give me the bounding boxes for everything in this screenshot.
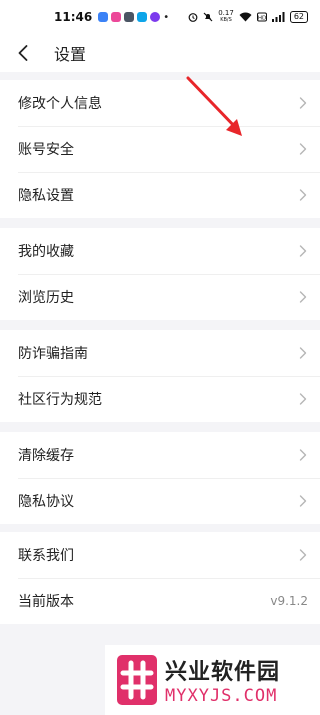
- settings-item-label: 当前版本: [18, 594, 74, 610]
- settings-item-label: 浏览历史: [18, 290, 74, 306]
- status-right: 0.17 KB/S HD 62: [188, 10, 308, 24]
- settings-group-account: 修改个人信息 账号安全 隐私设置: [0, 80, 320, 218]
- nav-bar: 设置: [0, 34, 320, 72]
- settings-group-community: 防诈骗指南 社区行为规范: [0, 330, 320, 422]
- watermark-text: 兴业软件园 MYXYJS.COM: [165, 654, 280, 706]
- more-dot-icon: •: [163, 11, 170, 23]
- app-notification-icon: [111, 12, 122, 22]
- watermark-en: MYXYJS.COM: [165, 686, 278, 706]
- chevron-right-icon: [298, 291, 308, 303]
- chevron-right-icon: [298, 347, 308, 359]
- net-speed-unit: KB/S: [220, 17, 232, 23]
- settings-item-community-rules[interactable]: 社区行为规范: [0, 376, 320, 422]
- chevron-right-icon: [298, 449, 308, 461]
- page-title: 设置: [54, 45, 87, 64]
- settings-item-contact-us[interactable]: 联系我们: [0, 532, 320, 578]
- signal-icon: [271, 12, 285, 22]
- settings-item-clear-cache[interactable]: 清除缓存: [0, 432, 320, 478]
- settings-item-label: 联系我们: [18, 548, 74, 564]
- chevron-right-icon: [298, 97, 308, 109]
- notification-icons: •: [98, 12, 169, 23]
- settings-item-history[interactable]: 浏览历史: [0, 274, 320, 320]
- battery-indicator: 62: [289, 11, 308, 23]
- settings-item-privacy-settings[interactable]: 隐私设置: [0, 172, 320, 218]
- status-time: 11:46: [54, 10, 93, 24]
- settings-item-label: 修改个人信息: [18, 96, 102, 112]
- mute-icon: [203, 12, 213, 22]
- hd-icon: HD: [256, 12, 267, 22]
- chevron-right-icon: [298, 245, 308, 257]
- app-notification-icon: [98, 12, 109, 22]
- settings-item-label: 我的收藏: [18, 244, 74, 260]
- net-speed-value: 0.17: [218, 9, 234, 17]
- chevron-right-icon: [298, 495, 308, 507]
- status-bar: 11:46 • 0.17 KB/S HD 62: [0, 0, 320, 34]
- settings-item-label: 清除缓存: [18, 448, 74, 464]
- chevron-right-icon: [298, 393, 308, 405]
- settings-item-account-security[interactable]: 账号安全: [0, 126, 320, 172]
- hash-logo-icon: [117, 655, 157, 705]
- settings-group-about: 联系我们 当前版本 v9.1.2: [0, 532, 320, 624]
- settings-item-privacy-agreement[interactable]: 隐私协议: [0, 478, 320, 524]
- app-notification-icon: [150, 12, 161, 22]
- settings-item-label: 隐私设置: [18, 188, 74, 204]
- chevron-right-icon: [298, 549, 308, 561]
- settings-item-anti-fraud-guide[interactable]: 防诈骗指南: [0, 330, 320, 376]
- wifi-icon: [239, 12, 252, 22]
- settings-item-label: 账号安全: [18, 142, 74, 158]
- settings-group-storage: 清除缓存 隐私协议: [0, 432, 320, 524]
- app-notification-icon: [137, 12, 148, 22]
- back-button[interactable]: [0, 34, 46, 72]
- alarm-icon: [188, 13, 198, 22]
- settings-item-current-version: 当前版本 v9.1.2: [0, 578, 320, 624]
- app-notification-icon: [124, 12, 135, 22]
- watermark: 兴业软件园 MYXYJS.COM: [105, 645, 320, 715]
- settings-item-favorites[interactable]: 我的收藏: [0, 228, 320, 274]
- net-speed: 0.17 KB/S: [218, 10, 234, 24]
- settings-item-label: 防诈骗指南: [18, 346, 88, 362]
- version-value: v9.1.2: [270, 594, 308, 608]
- chevron-right-icon: [298, 189, 308, 201]
- settings-item-label: 隐私协议: [18, 494, 74, 510]
- watermark-cn: 兴业软件园: [165, 660, 281, 685]
- svg-text:HD: HD: [258, 16, 266, 22]
- settings-item-label: 社区行为规范: [18, 392, 102, 408]
- chevron-left-icon: [18, 45, 28, 61]
- settings-item-edit-profile[interactable]: 修改个人信息: [0, 80, 320, 126]
- chevron-right-icon: [298, 143, 308, 155]
- settings-group-content: 我的收藏 浏览历史: [0, 228, 320, 320]
